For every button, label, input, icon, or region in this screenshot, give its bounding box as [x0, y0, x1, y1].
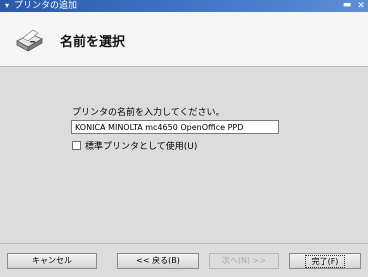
back-button[interactable]: << 戻る(B): [117, 253, 199, 269]
cancel-button[interactable]: キャンセル: [7, 253, 97, 269]
button-bar: キャンセル << 戻る(B) 次へ(N) >> 完了(F): [0, 243, 368, 277]
wizard-header: 名前を選択: [0, 12, 368, 67]
minimize-icon[interactable]: ▬: [342, 1, 352, 11]
wizard-content: プリンタの名前を入力してください。 標準プリンタとして使用(U): [0, 67, 368, 243]
add-printer-dialog: ▾ プリンタの追加 ▬ ✕ 名前を選択 プリンタの名前を入力してください。 標準…: [0, 0, 368, 277]
finish-button-label: 完了(F): [304, 255, 346, 268]
printer-name-input[interactable]: [71, 120, 279, 134]
close-icon[interactable]: ✕: [355, 1, 367, 11]
printer-icon: [16, 29, 43, 52]
finish-button[interactable]: 完了(F): [289, 253, 361, 269]
next-button: 次へ(N) >>: [209, 253, 279, 269]
default-printer-label: 標準プリンタとして使用(U): [85, 141, 198, 152]
name-prompt-label: プリンタの名前を入力してください。: [72, 108, 225, 118]
page-title: 名前を選択: [60, 35, 126, 50]
title-bar[interactable]: ▾ プリンタの追加 ▬ ✕: [0, 0, 368, 12]
window-title: プリンタの追加: [14, 1, 78, 11]
default-printer-option[interactable]: 標準プリンタとして使用(U): [72, 139, 198, 152]
window-menu-icon[interactable]: ▾: [2, 1, 12, 11]
default-printer-checkbox[interactable]: [72, 140, 81, 150]
